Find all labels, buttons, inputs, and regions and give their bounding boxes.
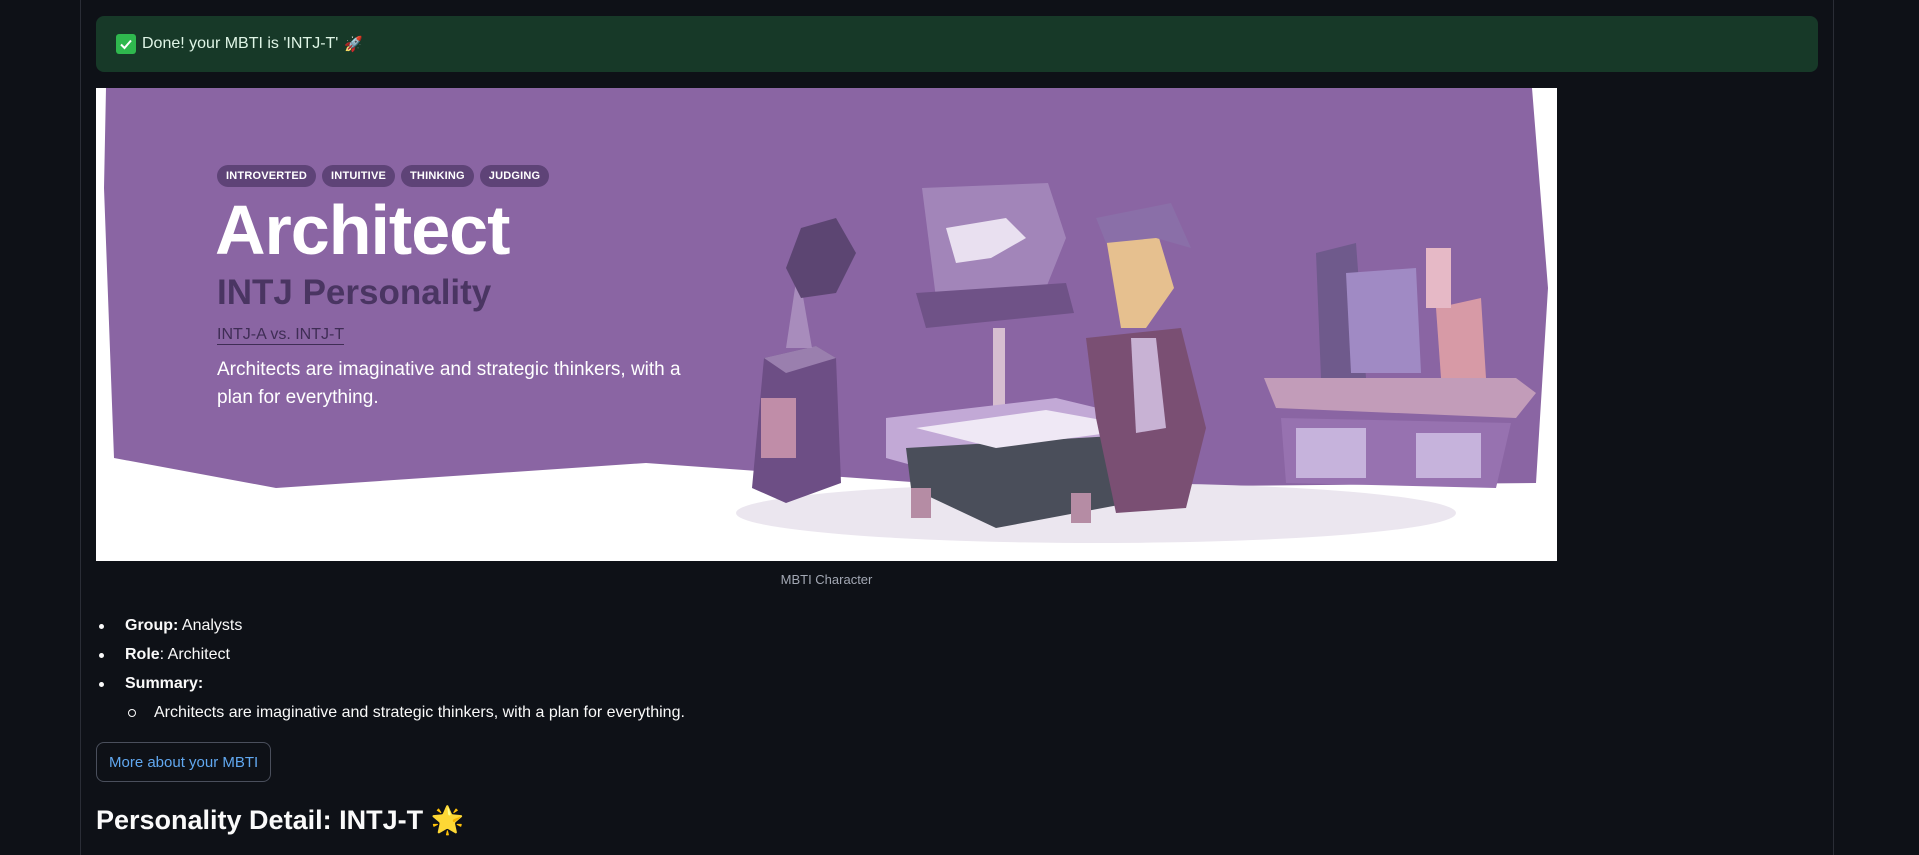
personality-detail-heading: Personality Detail: INTJ-T 🌟 [96,804,464,836]
heading-text: Personality Detail: INTJ-T [96,805,424,835]
list-item: Summary: Architects are imaginative and … [96,674,685,732]
summary-sublist: Architects are imaginative and strategic… [125,703,685,732]
summary-item: Architects are imaginative and strategic… [125,703,685,732]
trait-tag: INTUITIVE [322,165,396,187]
role-label: Role [125,646,160,663]
mbti-info-list: Group: Analysts Role: Architect Summary:… [96,616,685,732]
list-item: Role: Architect [96,645,685,674]
banner-description: Architects are imaginative and strategic… [217,359,681,408]
group-value: Analysts [181,617,243,634]
check-icon [116,34,136,54]
rocket-icon: 🚀 [344,36,364,53]
trait-tag: THINKING [401,165,474,187]
more-about-mbti-button[interactable]: More about your MBTI [96,742,272,782]
trait-tags: INTROVERTED INTUITIVE THINKING JUDGING [217,165,550,187]
trait-tag: INTROVERTED [217,165,317,187]
role-value: : Architect [159,646,230,663]
banner-link: INTJ-A vs. INTJ-T [217,326,345,345]
sparkle-icon: 🌟 [430,805,465,835]
banner-title: Architect [215,191,510,269]
trait-tag: JUDGING [479,165,550,187]
alert-text: Done! your MBTI is 'INTJ-T' [142,35,339,52]
mbti-character-image: INTROVERTED INTUITIVE THINKING JUDGING A… [96,88,1557,561]
summary-label: Summary: [125,675,204,692]
list-item: Group: Analysts [96,616,685,645]
success-alert: Done! your MBTI is 'INTJ-T' 🚀 [96,16,1818,72]
group-label: Group: [125,617,179,634]
banner-subtitle: INTJ Personality [217,273,492,312]
image-caption: MBTI Character [780,572,873,587]
banner-illustration [104,88,1548,543]
